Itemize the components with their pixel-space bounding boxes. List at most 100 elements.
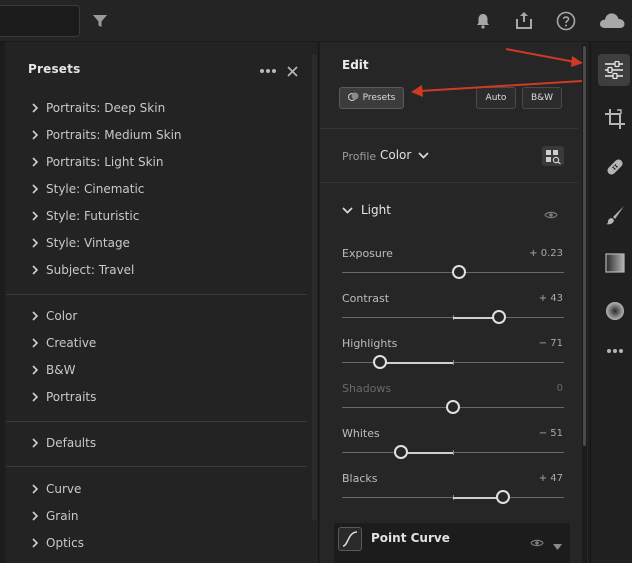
slider-knob[interactable] xyxy=(372,355,387,369)
chevron-right-icon xyxy=(28,182,42,196)
presets-divider xyxy=(6,421,307,422)
linear-gradient-icon[interactable] xyxy=(603,251,627,275)
chevron-right-icon xyxy=(28,309,42,323)
chevron-down-icon xyxy=(418,148,429,162)
radial-gradient-icon[interactable] xyxy=(603,299,627,323)
blacks-label: Blacks xyxy=(342,472,378,485)
chevron-right-icon xyxy=(28,509,42,523)
preset-group-label: Color xyxy=(46,309,78,323)
preset-group-label: Portraits: Deep Skin xyxy=(46,101,166,115)
chevron-right-icon xyxy=(28,236,42,250)
chevron-right-icon xyxy=(28,536,42,550)
preset-group-label: Portraits xyxy=(46,390,97,404)
point-curve-section-header[interactable]: Point Curve xyxy=(334,523,570,563)
edit-tool-button[interactable] xyxy=(598,54,630,86)
preset-group-label: Grain xyxy=(46,509,79,523)
chevron-right-icon xyxy=(28,101,42,115)
help-icon[interactable] xyxy=(555,10,577,32)
healing-icon[interactable] xyxy=(603,155,627,179)
bell-icon[interactable] xyxy=(473,11,493,31)
slider-knob[interactable] xyxy=(451,265,466,279)
chevron-right-icon xyxy=(28,390,42,404)
edit-divider xyxy=(320,182,578,183)
point-curve-label: Point Curve xyxy=(371,531,450,545)
search-input[interactable] xyxy=(0,5,80,37)
slider-knob[interactable] xyxy=(446,400,460,414)
slider-center-tick xyxy=(453,360,454,365)
slider-knob[interactable] xyxy=(491,310,506,324)
edit-panel: Edit Presets Auto B&W Profile Color Ligh… xyxy=(320,42,588,563)
preset-group-portraits-light-skin[interactable]: Portraits: Light Skin xyxy=(28,152,164,172)
preset-group-label: Style: Cinematic xyxy=(46,182,145,196)
preset-group-style-cinematic[interactable]: Style: Cinematic xyxy=(28,179,144,199)
preset-group-label: Defaults xyxy=(46,436,97,450)
blacks-value[interactable]: + 47 xyxy=(539,473,563,484)
auto-button-label: Auto xyxy=(485,93,507,103)
share-icon[interactable] xyxy=(513,9,535,31)
sliders-icon xyxy=(604,60,624,83)
slider-knob[interactable] xyxy=(495,490,510,504)
whites-value[interactable]: − 51 xyxy=(539,428,563,439)
preset-group-curve[interactable]: Curve xyxy=(28,479,81,499)
preset-group-label: Optics xyxy=(46,536,84,550)
slider-knob[interactable] xyxy=(393,445,408,459)
highlights-value[interactable]: − 71 xyxy=(539,338,563,349)
preset-group-portraits-deep-skin[interactable]: Portraits: Deep Skin xyxy=(28,98,165,118)
preset-group-label: Portraits: Medium Skin xyxy=(46,128,182,142)
presets-button[interactable]: Presets xyxy=(339,87,404,109)
edit-panel-title: Edit xyxy=(342,58,369,72)
more-options-icon[interactable] xyxy=(258,64,278,78)
chevron-right-icon xyxy=(28,482,42,496)
preset-group-bw[interactable]: B&W xyxy=(28,360,75,380)
shadows-value[interactable]: 0 xyxy=(557,383,563,394)
slider-fill xyxy=(379,361,453,364)
close-icon[interactable] xyxy=(285,64,299,78)
exposure-label: Exposure xyxy=(342,247,393,260)
presets-panel-title: Presets xyxy=(28,62,81,76)
preset-group-label: Style: Vintage xyxy=(46,236,130,250)
top-bar xyxy=(0,0,632,42)
edit-scrollbar-thumb[interactable] xyxy=(583,46,586,446)
chevron-right-icon xyxy=(28,263,42,277)
brush-icon[interactable] xyxy=(603,203,627,227)
preset-group-defaults[interactable]: Defaults xyxy=(28,433,96,453)
caret-down-icon[interactable] xyxy=(553,535,562,554)
filter-icon[interactable] xyxy=(91,12,109,30)
eye-icon[interactable] xyxy=(544,205,558,224)
preset-group-label: B&W xyxy=(46,363,76,377)
more-tools-icon[interactable] xyxy=(603,343,627,359)
chevron-right-icon xyxy=(28,436,42,450)
presets-icon xyxy=(347,91,359,105)
preset-group-label: Creative xyxy=(46,336,97,350)
chevron-right-icon xyxy=(28,128,42,142)
preset-group-portraits-medium-skin[interactable]: Portraits: Medium Skin xyxy=(28,125,182,145)
preset-group-grain[interactable]: Grain xyxy=(28,506,79,526)
whites-label: Whites xyxy=(342,427,380,440)
preset-group-portraits[interactable]: Portraits xyxy=(28,387,96,407)
cloud-icon[interactable] xyxy=(597,10,627,30)
chevron-right-icon xyxy=(28,336,42,350)
exposure-value[interactable]: + 0.23 xyxy=(529,248,563,259)
preset-group-style-vintage[interactable]: Style: Vintage xyxy=(28,233,130,253)
eye-icon[interactable] xyxy=(530,533,544,552)
profile-browser-button[interactable] xyxy=(542,146,564,166)
preset-group-label: Subject: Travel xyxy=(46,263,135,277)
preset-group-color[interactable]: Color xyxy=(28,306,77,326)
presets-panel: Presets Portraits: Deep Skin Portraits: … xyxy=(0,42,319,563)
crop-icon[interactable] xyxy=(603,107,627,131)
profile-value: Color xyxy=(380,148,412,162)
chevron-right-icon xyxy=(28,363,42,377)
contrast-value[interactable]: + 43 xyxy=(539,293,563,304)
preset-group-optics[interactable]: Optics xyxy=(28,533,84,553)
bw-button[interactable]: B&W xyxy=(522,87,562,109)
light-section-header[interactable]: Light xyxy=(342,203,391,217)
preset-group-style-futuristic[interactable]: Style: Futuristic xyxy=(28,206,139,226)
presets-scrollbar[interactable] xyxy=(312,54,317,521)
profile-label: Profile xyxy=(342,150,377,163)
profile-dropdown[interactable]: Color xyxy=(380,148,429,162)
preset-group-subject-travel[interactable]: Subject: Travel xyxy=(28,260,134,280)
auto-button[interactable]: Auto xyxy=(476,87,516,109)
curve-icon xyxy=(338,527,362,551)
highlights-label: Highlights xyxy=(342,337,398,350)
preset-group-creative[interactable]: Creative xyxy=(28,333,96,353)
